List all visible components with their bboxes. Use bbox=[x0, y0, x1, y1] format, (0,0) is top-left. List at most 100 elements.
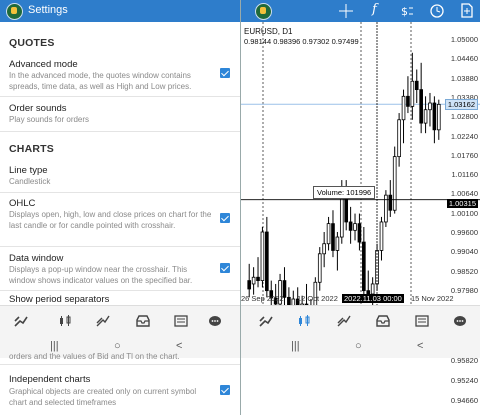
divider bbox=[0, 131, 240, 132]
date-tick: 15 Nov 2022 bbox=[411, 294, 454, 303]
advanced-mode-checkbox[interactable] bbox=[220, 68, 230, 78]
candle-body bbox=[331, 223, 335, 251]
price-tick: 0.98520 bbox=[450, 266, 478, 276]
system-nav-bar: ||| ○ < bbox=[241, 336, 480, 358]
trade-icon[interactable] bbox=[337, 315, 351, 327]
divider bbox=[0, 192, 240, 193]
home-icon[interactable]: ○ bbox=[355, 340, 362, 352]
quotes-icon[interactable] bbox=[259, 315, 273, 327]
candle-body bbox=[348, 221, 353, 231]
candle-body bbox=[397, 119, 401, 158]
candle-body bbox=[362, 241, 366, 292]
candle-body bbox=[326, 223, 331, 245]
setting-desc: Displays open, high, low and close price… bbox=[9, 210, 212, 230]
candle-body bbox=[423, 109, 428, 124]
candle-body bbox=[388, 194, 393, 211]
setting-title: Data window bbox=[9, 253, 64, 264]
price-tick: 0.95820 bbox=[450, 356, 478, 365]
current-price-label: 1.03162 bbox=[444, 99, 478, 110]
candle-body bbox=[384, 194, 388, 223]
setting-desc: Graphical objects are created only on cu… bbox=[9, 387, 197, 407]
price-tick: 1.05000 bbox=[450, 35, 478, 44]
candle-body bbox=[428, 102, 432, 111]
news-icon[interactable] bbox=[174, 315, 188, 327]
candle-body bbox=[256, 276, 260, 281]
setting-desc: Displays a pop-up window near the crossh… bbox=[9, 265, 193, 285]
divider bbox=[0, 246, 240, 247]
divider bbox=[0, 290, 240, 291]
chart-icon[interactable] bbox=[58, 315, 72, 327]
candle-body bbox=[339, 196, 344, 238]
svg-text:$: $ bbox=[401, 5, 408, 18]
independent-charts-checkbox[interactable] bbox=[220, 385, 230, 395]
candlestick-chart[interactable] bbox=[241, 22, 480, 305]
setting-title: Order sounds bbox=[9, 103, 67, 114]
symbol-icon[interactable]: $ bbox=[399, 4, 415, 18]
recent-apps-icon[interactable]: ||| bbox=[291, 340, 300, 352]
setting-title: Show period separators bbox=[9, 294, 110, 305]
data-window-popup: Volume: 101996 bbox=[313, 186, 376, 199]
candle-body bbox=[265, 231, 269, 292]
divider bbox=[0, 364, 240, 365]
setting-title: Independent charts bbox=[9, 374, 91, 385]
price-tick: 0.99600 bbox=[450, 228, 478, 237]
candle-body bbox=[432, 102, 437, 131]
price-tick: 0.99040 bbox=[450, 247, 478, 257]
candle-body bbox=[322, 243, 326, 255]
bottom-nav bbox=[241, 305, 480, 336]
bottom-nav bbox=[0, 305, 240, 336]
candle-body bbox=[357, 223, 362, 243]
clock-icon[interactable] bbox=[430, 4, 444, 18]
candle-body bbox=[251, 276, 256, 285]
setting-value: Candlestick bbox=[9, 177, 51, 186]
candle-body bbox=[379, 221, 384, 251]
news-icon[interactable] bbox=[415, 315, 429, 327]
candle-body bbox=[353, 223, 357, 231]
date-tick: 12 Oct 2022 bbox=[297, 294, 338, 303]
crosshair-price-label: 1.00315 bbox=[446, 199, 478, 208]
function-icon[interactable]: f bbox=[372, 2, 377, 17]
price-tick: 0.94660 bbox=[450, 396, 478, 405]
candle-body bbox=[287, 296, 291, 305]
price-tick: 1.02800 bbox=[450, 112, 478, 122]
candle-body bbox=[317, 253, 322, 283]
candle-body bbox=[419, 89, 423, 124]
settings-header: Settings bbox=[0, 0, 240, 22]
chat-icon[interactable] bbox=[208, 315, 222, 327]
price-tick: 1.01160 bbox=[451, 170, 478, 180]
chat-icon[interactable] bbox=[453, 315, 467, 327]
price-tick: 1.04460 bbox=[450, 54, 478, 64]
quotes-icon[interactable] bbox=[14, 315, 28, 327]
candle-body bbox=[436, 103, 441, 131]
chart-icon[interactable] bbox=[297, 315, 311, 327]
price-tick: 0.95240 bbox=[450, 376, 478, 385]
crosshair-icon[interactable] bbox=[339, 4, 353, 18]
candle-body bbox=[370, 283, 375, 295]
candle-body bbox=[406, 95, 410, 107]
back-icon[interactable]: < bbox=[176, 340, 182, 352]
price-tick: 1.02240 bbox=[450, 131, 478, 141]
new-order-icon[interactable] bbox=[461, 3, 473, 18]
home-icon[interactable]: ○ bbox=[114, 340, 121, 352]
candle-body bbox=[410, 80, 415, 107]
recent-apps-icon[interactable]: ||| bbox=[50, 340, 59, 352]
setting-desc: orders and the values of Bid and Tl on t… bbox=[9, 352, 180, 361]
price-tick: 1.00640 bbox=[450, 189, 478, 199]
chart-panel: f $ EURUSD, D1 0.98144 0.98396 0.97302 0… bbox=[241, 0, 480, 415]
candle-body bbox=[335, 236, 340, 251]
candle-body bbox=[392, 156, 397, 211]
app-logo-icon[interactable] bbox=[6, 3, 23, 20]
ohlc-checkbox[interactable] bbox=[220, 213, 230, 223]
price-tick: 0.97980 bbox=[450, 285, 478, 295]
price-tick: 1.00100 bbox=[450, 208, 478, 218]
candle-body bbox=[401, 95, 406, 121]
data-window-checkbox[interactable] bbox=[220, 263, 230, 273]
date-tick: 26 Sep 2022 bbox=[241, 294, 284, 303]
back-icon[interactable]: < bbox=[417, 340, 423, 352]
trade-icon[interactable] bbox=[96, 315, 110, 327]
history-icon[interactable] bbox=[376, 315, 390, 327]
history-icon[interactable] bbox=[136, 315, 150, 327]
crosshair-date-label: 2022.11.03 00:00 bbox=[342, 294, 404, 303]
chart-toolbar: f $ bbox=[241, 0, 480, 22]
app-logo-icon[interactable] bbox=[255, 3, 272, 20]
